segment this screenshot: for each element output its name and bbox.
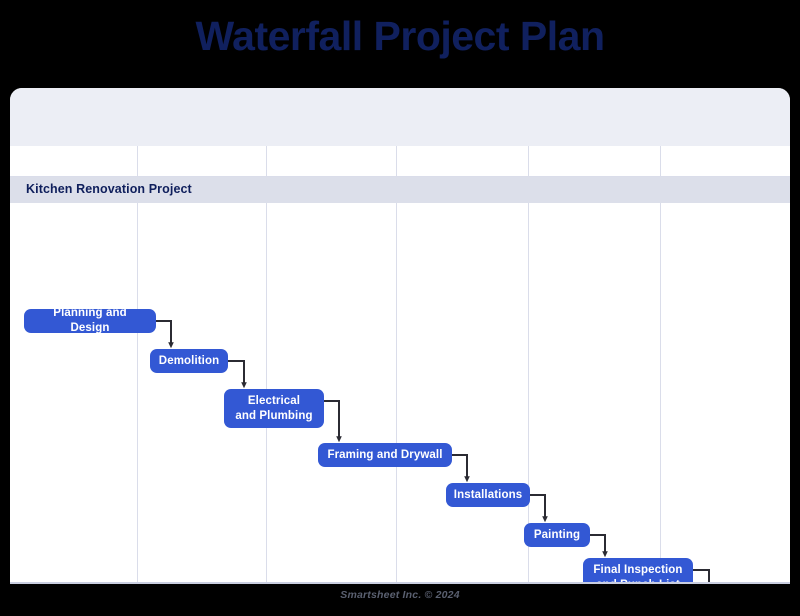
gantt-plot-area: Planning and Design Demolition Electrical … — [10, 203, 790, 584]
column-divider — [137, 146, 138, 176]
connector-arrow — [530, 494, 548, 523]
column-divider — [396, 146, 397, 176]
project-group-row[interactable]: Kitchen Renovation Project — [10, 177, 790, 203]
connector-arrow — [452, 454, 470, 483]
task-bar[interactable]: Electrical and Plumbing — [224, 389, 324, 428]
column-divider — [137, 203, 138, 584]
task-bar[interactable]: Painting — [524, 523, 590, 547]
dependency-connectors — [156, 320, 710, 584]
task-bar[interactable]: Final Inspection and Punch List — [583, 558, 693, 584]
column-divider — [396, 203, 397, 584]
task-bar[interactable]: Planning and Design — [24, 307, 156, 334]
project-group-label: Kitchen Renovation Project — [26, 182, 192, 196]
connector-arrow — [156, 320, 174, 349]
task-bar[interactable]: Installations — [446, 483, 530, 507]
timeline-header-band — [10, 88, 790, 146]
column-divider — [266, 146, 267, 176]
column-header-row — [10, 146, 790, 177]
copyright-text: Smartsheet Inc. © 2024 — [340, 589, 460, 601]
column-divider — [660, 146, 661, 176]
task-bar[interactable]: Demolition — [150, 349, 228, 373]
column-divider — [660, 203, 661, 584]
footer-bar: Smartsheet Inc. © 2024 — [0, 584, 800, 616]
gantt-chart-card: Kitchen Renovation Project Planning and … — [10, 88, 790, 584]
task-bar[interactable]: Framing and Drywall — [318, 443, 452, 467]
page-title: Waterfall Project Plan — [195, 13, 606, 59]
connector-arrow — [590, 534, 608, 558]
connector-arrow — [228, 360, 247, 389]
column-divider — [528, 146, 529, 176]
connector-arrow — [324, 400, 342, 443]
